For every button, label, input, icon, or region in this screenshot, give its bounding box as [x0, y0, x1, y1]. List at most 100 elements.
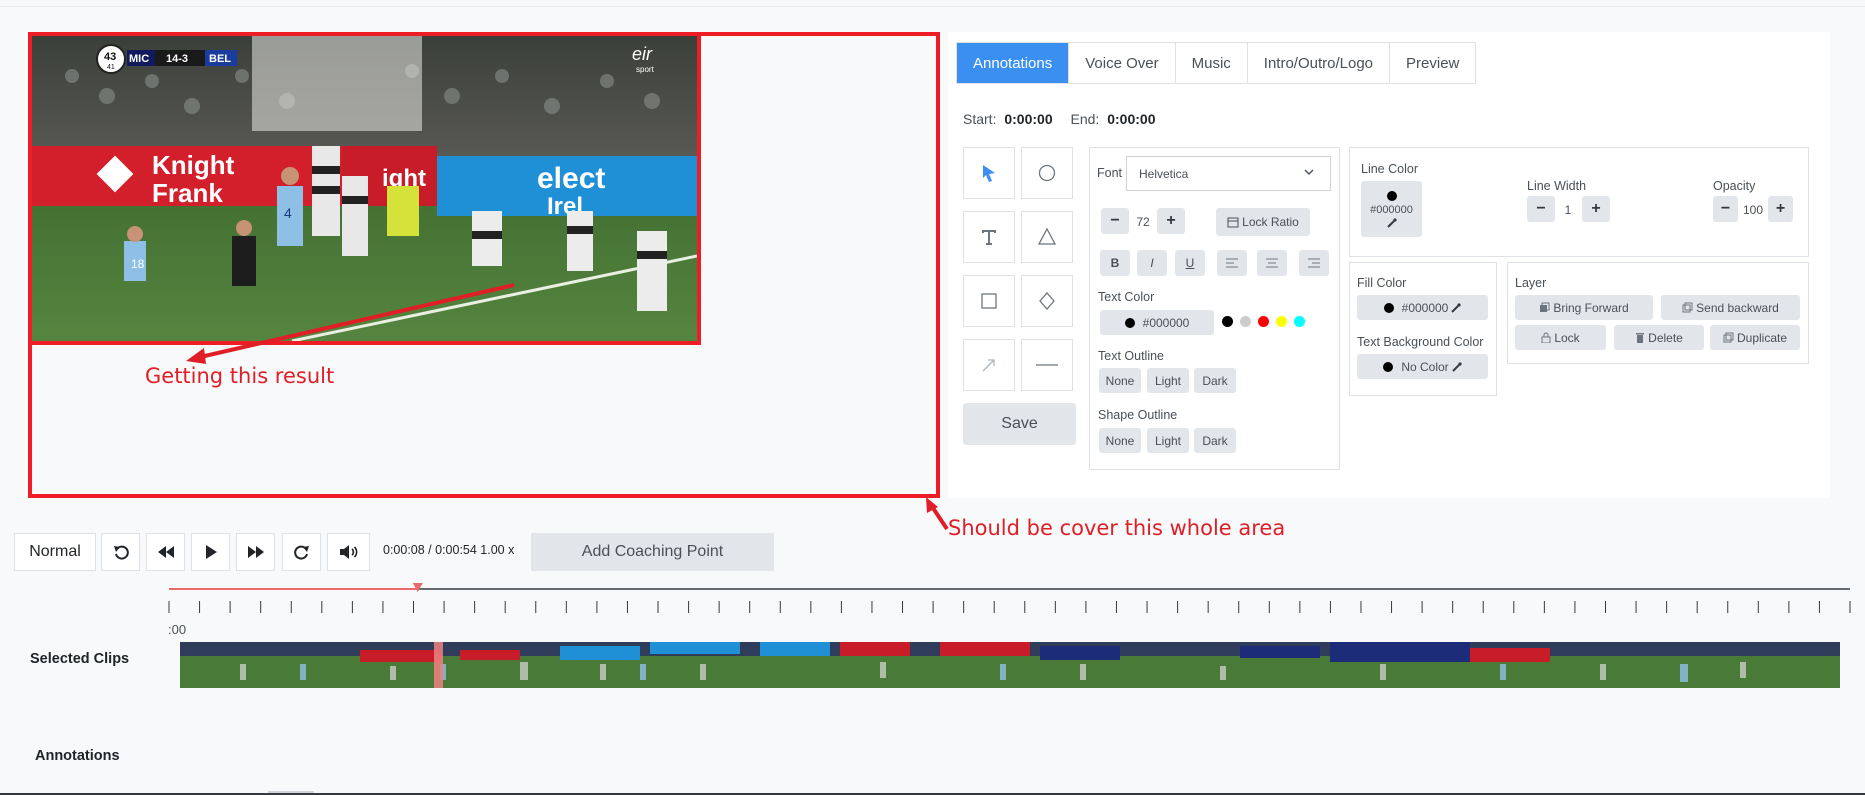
broadcaster-logo: sport [636, 65, 655, 74]
arrow-icon [982, 359, 995, 372]
play-button[interactable] [191, 533, 230, 571]
align-center-button[interactable] [1257, 250, 1287, 276]
score-value: 14-3 [166, 53, 188, 65]
italic-button[interactable]: I [1137, 250, 1167, 276]
shape-outline-none[interactable]: None [1099, 428, 1141, 453]
text-background-picker[interactable]: No Color [1357, 354, 1488, 379]
text-color-label: Text Color [1098, 290, 1155, 304]
tool-select[interactable] [963, 147, 1015, 199]
align-left-button[interactable] [1217, 250, 1247, 276]
text-outline-none[interactable]: None [1099, 368, 1141, 393]
redo-button[interactable] [282, 533, 321, 571]
volume-icon [339, 545, 357, 559]
text-color-picker[interactable]: #000000 [1100, 310, 1214, 335]
volume-button[interactable] [327, 533, 370, 571]
clip-thumbnails [180, 642, 1840, 688]
save-button[interactable]: Save [963, 403, 1076, 445]
undo-button[interactable] [101, 533, 140, 571]
bring-forward-button[interactable]: Bring Forward [1515, 295, 1653, 320]
line-icon [1036, 364, 1058, 366]
tab-preview[interactable]: Preview [1390, 43, 1475, 83]
tab-voice-over[interactable]: Voice Over [1069, 43, 1176, 83]
bring-forward-label: Bring Forward [1553, 300, 1629, 315]
font-size-value: 72 [1136, 215, 1150, 229]
text-background-dot [1383, 361, 1394, 372]
fast-forward-button[interactable] [236, 533, 275, 571]
trash-icon [1636, 333, 1645, 343]
duplicate-label: Duplicate [1736, 330, 1788, 345]
font-label: Font [1097, 166, 1123, 180]
shape-outline-light[interactable]: Light [1147, 428, 1189, 453]
tool-diamond[interactable] [1021, 275, 1073, 327]
rotate-right-icon [293, 545, 309, 560]
swatch-gray[interactable] [1240, 316, 1251, 327]
fill-color-dot [1383, 302, 1394, 313]
tool-triangle[interactable] [1021, 211, 1073, 263]
tool-line[interactable] [1021, 339, 1073, 391]
delete-button[interactable]: Delete [1614, 325, 1704, 350]
line-color-picker[interactable]: #000000 [1361, 181, 1422, 237]
opacity-decrease-button[interactable]: − [1713, 196, 1738, 222]
jersey-4: 4 [284, 205, 292, 221]
square-icon [981, 293, 997, 309]
ad-knight: Knight [152, 150, 235, 180]
tool-arrow[interactable] [963, 339, 1015, 391]
score-home: MIC [129, 53, 149, 65]
end-value: 0:00:00 [1107, 111, 1156, 127]
swatch-yellow[interactable] [1276, 316, 1287, 327]
annotations-track-label: Annotations [35, 748, 120, 764]
font-size-increase-button[interactable]: + [1157, 208, 1185, 234]
score-away: BEL [209, 53, 231, 65]
editor-tabs: Annotations Voice Over Music Intro/Outro… [956, 42, 1477, 84]
top-divider [0, 6, 1865, 7]
rotate-left-icon [113, 545, 129, 560]
opacity-increase-button[interactable]: + [1768, 196, 1793, 222]
lock-button[interactable]: Lock [1515, 325, 1606, 350]
lock-label: Lock [1554, 330, 1580, 345]
selected-clips-track[interactable] [180, 642, 1840, 688]
underline-button[interactable]: U [1175, 250, 1205, 276]
triangle-icon [1037, 227, 1057, 245]
shape-outline-label: Shape Outline [1098, 408, 1178, 422]
text-outline-light[interactable]: Light [1147, 368, 1189, 393]
timeline-ruler[interactable] [0, 580, 1865, 640]
tool-circle[interactable] [1021, 147, 1073, 199]
line-width-increase-button[interactable]: + [1582, 196, 1610, 222]
text-background-value: No Color [1401, 359, 1449, 374]
swatch-black[interactable] [1222, 316, 1233, 327]
playback-speed-button[interactable]: Normal [14, 533, 96, 571]
fill-color-picker[interactable]: #000000 [1357, 295, 1488, 320]
circle-icon [1038, 164, 1056, 182]
font-select[interactable]: Helvetica [1126, 156, 1331, 191]
rewind-button[interactable] [146, 533, 185, 571]
text-outline-dark[interactable]: Dark [1194, 368, 1236, 393]
svg-text:Frank: Frank [152, 178, 223, 208]
ratio-icon [1227, 217, 1239, 227]
playhead-marker[interactable] [412, 583, 423, 592]
tool-square[interactable] [963, 275, 1015, 327]
duplicate-button[interactable]: Duplicate [1710, 325, 1800, 350]
opacity-label: Opacity [1713, 179, 1756, 193]
align-right-button[interactable] [1299, 250, 1329, 276]
line-width-value: 1 [1564, 203, 1572, 217]
tab-annotations[interactable]: Annotations [957, 43, 1070, 83]
tab-intro-outro-logo[interactable]: Intro/Outro/Logo [1248, 43, 1391, 83]
lock-ratio-label: Lock Ratio [1242, 215, 1299, 229]
tab-music[interactable]: Music [1176, 43, 1248, 83]
line-width-decrease-button[interactable]: − [1527, 196, 1555, 222]
swatch-cyan[interactable] [1294, 316, 1305, 327]
add-coaching-point-button[interactable]: Add Coaching Point [531, 533, 774, 571]
swatch-red[interactable] [1258, 316, 1269, 327]
diamond-icon [1039, 292, 1055, 310]
lock-ratio-button[interactable]: Lock Ratio [1216, 208, 1310, 236]
font-size-decrease-button[interactable]: − [1101, 208, 1129, 234]
tool-text[interactable] [963, 211, 1015, 263]
bold-button[interactable]: B [1100, 250, 1130, 276]
send-backward-button[interactable]: Send backward [1661, 295, 1800, 320]
shape-outline-dark[interactable]: Dark [1194, 428, 1236, 453]
cover-callout-text: Should be cover this whole area [948, 516, 1286, 540]
send-backward-label: Send backward [1696, 300, 1779, 315]
video-player[interactable]: Knight Frank ight elect Irel 18 4 43 41 … [28, 32, 701, 345]
start-end-times: Start: 0:00:00 End: 0:00:00 [963, 111, 1169, 127]
lock-icon [1541, 332, 1551, 343]
